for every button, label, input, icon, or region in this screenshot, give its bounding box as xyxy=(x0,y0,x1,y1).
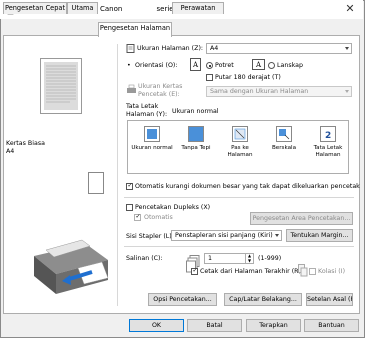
printer-paper-icon xyxy=(127,84,136,93)
paper-size-label: A4 xyxy=(6,148,15,155)
stapling-side-dropdown[interactable]: Penstapleran sisi panjang (Kiri) xyxy=(171,230,282,241)
chevron-down-icon xyxy=(345,47,349,50)
svg-text:A: A xyxy=(192,61,199,69)
page-layout-icon: 2 xyxy=(320,126,336,142)
copies-value: 1 xyxy=(208,255,213,262)
layout-fit-to-page[interactable]: Pas ke Halaman xyxy=(218,125,262,171)
layout-option-label: Pas ke Halaman xyxy=(227,145,253,158)
tab-label: Utama xyxy=(71,4,94,12)
page-size-value: A4 xyxy=(210,45,219,52)
orientation-label: Orientasi (O): xyxy=(135,62,178,69)
tab-label: Perawatan xyxy=(180,4,216,12)
duplex-label: Pencetakan Dupleks (X) xyxy=(135,204,211,211)
divider xyxy=(124,246,354,247)
print-area-setup-button[interactable]: Pengesetan Area Pencetakan... xyxy=(250,212,353,225)
copies-label: Salinan (C): xyxy=(126,255,163,262)
printer-illustration-icon xyxy=(34,239,109,294)
landscape-label: Lanskap xyxy=(277,62,304,69)
borderless-icon xyxy=(188,126,204,142)
layout-option-label: Tata Letak Halaman xyxy=(313,145,343,158)
tab-page-setup[interactable]: Pengesetan Halaman xyxy=(98,22,172,37)
page-layout-current: Ukuran normal xyxy=(172,108,219,115)
stamp-background-button[interactable]: Cap/Latar Belakang... xyxy=(224,293,302,306)
reverse-order-label: Cetak dari Halaman Terakhir (R) xyxy=(200,268,301,275)
layout-option-label: Ukuran normal xyxy=(131,145,173,151)
page-size-dropdown[interactable]: A4 xyxy=(206,43,352,54)
orientation-bullet: • xyxy=(127,62,131,69)
layout-option-label: Berskala xyxy=(271,145,297,151)
printer-paper-label-2: Pencetak (E): xyxy=(138,91,180,98)
layout-scaled[interactable]: Berskala xyxy=(262,125,306,171)
tab-label: Pengesetan Cepat xyxy=(4,4,66,12)
specify-margin-button[interactable]: Tentukan Margin... xyxy=(286,229,353,242)
layout-normal-size[interactable]: Ukuran normal xyxy=(130,125,174,171)
page-preview-icon xyxy=(40,58,82,114)
rotate-180-label: Putar 180 derajat (T) xyxy=(215,74,281,81)
landscape-radio[interactable] xyxy=(268,62,275,69)
help-button[interactable]: Bantuan xyxy=(304,319,359,332)
preview-pane: Kertas Biasa A4 xyxy=(4,44,118,306)
portrait-icon: A xyxy=(190,58,201,71)
page-layout-label-1: Tata Letak xyxy=(126,103,159,110)
page-size-icon xyxy=(126,44,135,53)
print-options-button[interactable]: Opsi Pencetakan... xyxy=(148,293,217,306)
printer-paper-value: Sama dengan Ukuran Halaman xyxy=(210,88,309,95)
stapling-side-value: Penstapleran sisi panjang (Kiri) xyxy=(175,232,273,239)
tab-label: Pengesetan Halaman xyxy=(99,24,171,32)
tab-quick-setup[interactable]: Pengesetan Cepat xyxy=(3,2,67,14)
svg-text:A: A xyxy=(255,61,262,69)
layout-page-layout[interactable]: 2 Tata Letak Halaman xyxy=(306,125,350,171)
svg-text:2: 2 xyxy=(325,131,331,141)
tab-main[interactable]: Utama xyxy=(67,2,98,14)
defaults-button[interactable]: Setelan Asal (F) xyxy=(306,293,353,306)
cancel-button[interactable]: Batal xyxy=(187,319,242,332)
close-icon[interactable]: ✕ xyxy=(343,2,357,16)
auto-reduce-checkbox[interactable] xyxy=(126,182,133,190)
copies-range: (1-999) xyxy=(258,255,282,262)
page-layout-options: Ukuran normal Tanpa Tepi Pas ke Halaman … xyxy=(127,120,349,174)
chevron-down-icon xyxy=(275,234,279,237)
collate-checkbox[interactable] xyxy=(309,268,316,275)
duplex-auto-checkbox[interactable] xyxy=(134,213,141,221)
paper-orientation-icon xyxy=(88,172,104,194)
scaled-icon xyxy=(276,126,292,142)
portrait-radio[interactable] xyxy=(206,62,213,69)
tab-maintenance[interactable]: Perawatan xyxy=(172,2,224,14)
apply-button[interactable]: Terapkan xyxy=(246,319,301,332)
normal-size-icon xyxy=(144,126,160,142)
landscape-icon: A xyxy=(252,59,265,70)
stapling-side-label: Sisi Stapler (L): xyxy=(126,233,174,240)
stepper-arrows-icon[interactable]: ▲ ▼ xyxy=(245,253,253,263)
reverse-order-checkbox[interactable] xyxy=(191,267,198,275)
duplex-auto-label: Otomatis xyxy=(144,214,173,221)
chevron-down-icon xyxy=(345,90,349,93)
collate-icon xyxy=(298,264,308,277)
collate-label: Kolasi (I) xyxy=(318,268,346,275)
ok-button[interactable]: OK xyxy=(129,319,184,332)
printer-paper-dropdown[interactable]: Sama dengan Ukuran Halaman xyxy=(206,86,352,97)
auto-reduce-label: Otomatis kurangi dokumen besar yang tak … xyxy=(135,183,360,190)
copies-stepper[interactable]: 1 ▲ ▼ xyxy=(204,253,254,264)
fit-to-page-icon xyxy=(232,126,248,142)
media-type-label: Kertas Biasa xyxy=(6,140,45,147)
portrait-label: Potret xyxy=(215,62,234,69)
duplex-checkbox[interactable] xyxy=(126,204,133,211)
page-layout-label-2: Halaman (Y): xyxy=(126,111,168,118)
printer-paper-label-1: Ukuran Kertas xyxy=(138,83,183,90)
layout-option-label: Tanpa Tepi xyxy=(181,145,211,151)
divider xyxy=(124,197,354,198)
layout-borderless[interactable]: Tanpa Tepi xyxy=(174,125,218,171)
rotate-180-checkbox[interactable] xyxy=(206,74,213,81)
page-size-label: Ukuran Halaman (Z): xyxy=(137,45,204,52)
